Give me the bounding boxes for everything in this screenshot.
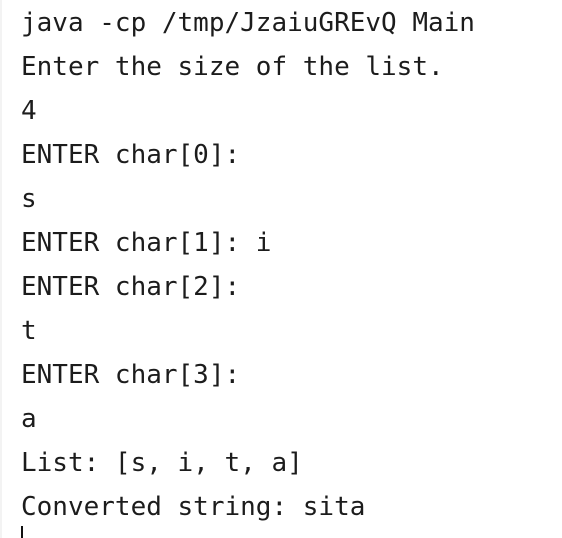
- console-output-panel[interactable]: java -cp /tmp/JzaiuGREvQ Main Enter the …: [0, 0, 562, 538]
- user-input-line: s: [21, 184, 37, 214]
- prompt-line: ENTER char[1]: i: [21, 228, 272, 258]
- command-line: java -cp /tmp/JzaiuGREvQ Main: [21, 8, 475, 38]
- prompt-line: Enter the size of the list.: [21, 52, 444, 82]
- console-output: java -cp /tmp/JzaiuGREvQ Main Enter the …: [21, 1, 475, 529]
- result-line: List: [s, i, t, a]: [21, 448, 303, 478]
- prompt-line: ENTER char[2]:: [21, 272, 241, 302]
- left-edge-divider: [0, 0, 2, 538]
- user-input-line: a: [21, 404, 37, 434]
- user-input-line: t: [21, 316, 37, 346]
- text-cursor: [21, 526, 23, 538]
- result-line: Converted string: sita: [21, 492, 366, 522]
- user-input-line: 4: [21, 96, 37, 126]
- prompt-line: ENTER char[3]:: [21, 360, 241, 390]
- prompt-line: ENTER char[0]:: [21, 140, 241, 170]
